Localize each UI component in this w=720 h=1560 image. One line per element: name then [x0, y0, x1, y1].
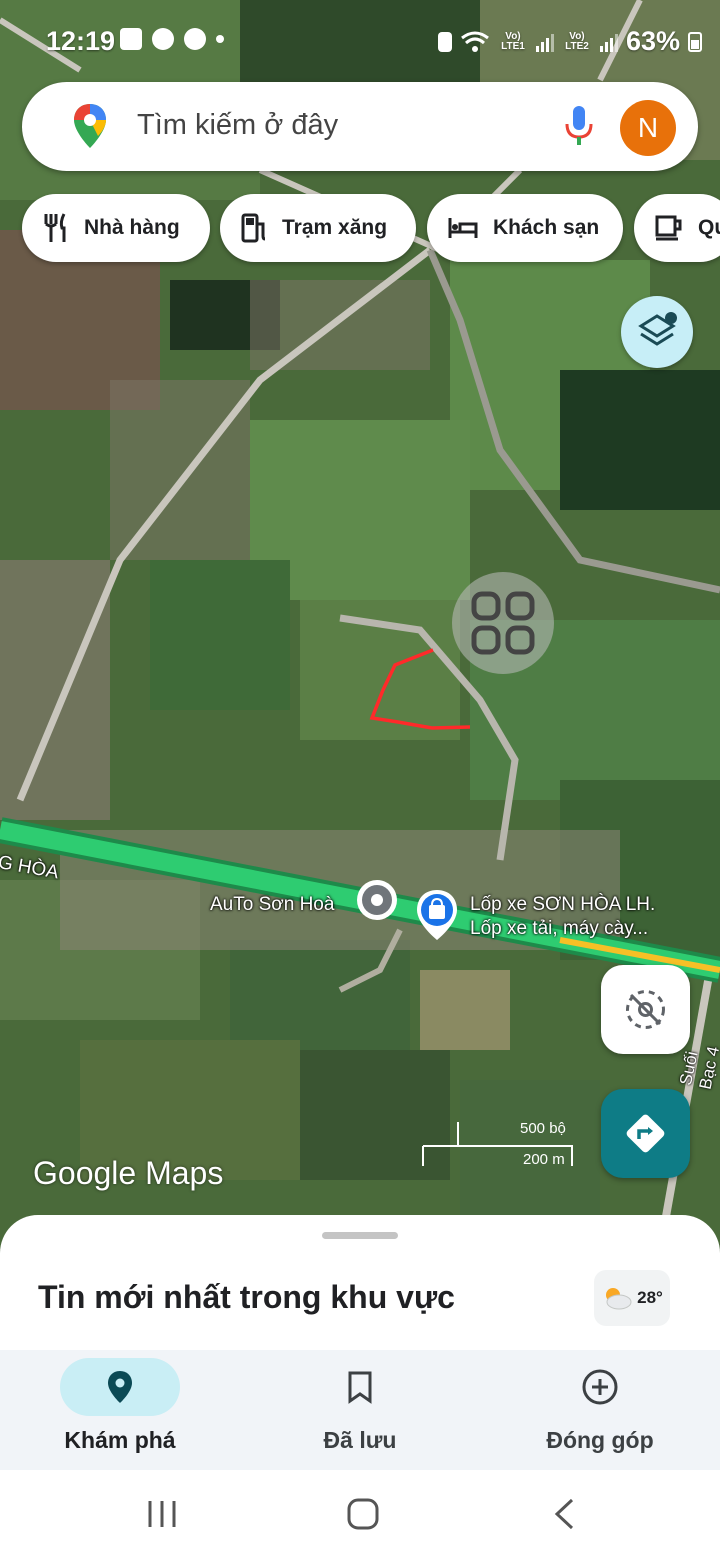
chip-cafes[interactable]: Qu: [634, 194, 720, 262]
system-icons: Vo) LTE1 Vo) LTE2 63%: [437, 26, 702, 57]
nav-explore[interactable]: Khám phá: [0, 1350, 240, 1470]
wifi-icon: [461, 31, 489, 52]
chip-label: Trạm xăng: [282, 216, 388, 239]
lte2-label: Vo) LTE2: [565, 30, 589, 52]
back-icon[interactable]: [552, 1498, 576, 1530]
chip-label: Khách sạn: [493, 216, 600, 239]
shopping-pin-icon[interactable]: [414, 888, 460, 944]
add-circle-icon: [582, 1369, 618, 1405]
status-bar: 12:19 Vo) LTE1 Vo) LTE2 63%: [0, 0, 720, 80]
scale-imperial: 500 bộ: [520, 1120, 566, 1137]
poi-label-line2: Lốp xe tải, máy cày...: [470, 918, 649, 939]
account-avatar[interactable]: N: [620, 100, 676, 156]
place-pin-icon[interactable]: [354, 877, 400, 927]
battery-percent: 63%: [625, 26, 680, 56]
partly-cloudy-icon: [606, 1288, 632, 1310]
satellite-map[interactable]: [0, 0, 720, 1250]
satellite-imagery: [0, 0, 720, 1250]
chip-gas-stations[interactable]: Trạm xăng: [220, 194, 416, 262]
gallery-icon: [120, 28, 142, 50]
poi-label-auto-son-hoa[interactable]: AuTo Sơn Hoà: [210, 893, 334, 917]
battery-icon: [688, 31, 702, 52]
scale-metric: 200 m: [523, 1151, 565, 1168]
category-chips: Nhà hàng Trạm xăng Khách sạn Qu: [0, 194, 720, 262]
google-maps-logo: Google Maps: [33, 1155, 224, 1191]
directions-button[interactable]: [601, 1089, 690, 1178]
layers-button[interactable]: [621, 296, 693, 368]
recent-apps-icon[interactable]: [146, 1498, 178, 1530]
chip-label: Qu: [698, 216, 720, 239]
battery-saver-icon: [437, 31, 452, 52]
bottom-navigation: Khám phá Đã lưu Đóng góp: [0, 1350, 720, 1470]
sheet-title: Tin mới nhất trong khu vực: [38, 1279, 455, 1315]
signal1-icon: [535, 32, 554, 52]
nav-contribute[interactable]: Đóng góp: [480, 1350, 720, 1470]
microphone-icon[interactable]: [564, 104, 594, 148]
nav-saved[interactable]: Đã lưu: [240, 1350, 480, 1470]
center-target-marker: [452, 572, 554, 674]
grid-marker-icon: [471, 591, 535, 655]
nav-label: Đã lưu: [323, 1427, 397, 1453]
layers-icon: [638, 312, 677, 346]
home-icon[interactable]: [347, 1498, 379, 1530]
sheet-drag-handle[interactable]: [322, 1232, 398, 1239]
restaurant-icon: [44, 213, 66, 242]
poi-label-lop-xe[interactable]: Lốp xe SƠN HÒA LH. Lốp xe tải, máy cày..…: [470, 893, 655, 941]
chip-restaurants[interactable]: Nhà hàng: [22, 194, 210, 262]
gas-station-icon: [241, 213, 266, 243]
facebook-icon: [152, 28, 174, 50]
map-scale: 500 bộ 200 m: [420, 1118, 580, 1170]
lte1-label: Vo) LTE1: [501, 30, 525, 52]
search-bar[interactable]: Tìm kiếm ở đây N: [22, 82, 698, 171]
search-input[interactable]: Tìm kiếm ở đây: [137, 109, 338, 142]
my-location-button[interactable]: [601, 965, 690, 1054]
weather-chip[interactable]: 28°: [594, 1270, 670, 1326]
chip-hotels[interactable]: Khách sạn: [427, 194, 623, 262]
temperature: 28°: [637, 1288, 663, 1307]
messenger-icon: [184, 28, 206, 50]
status-time: 12:19: [46, 26, 116, 56]
google-maps-pin-icon: [74, 104, 106, 148]
signal2-icon: [599, 32, 618, 52]
system-navigation-bar: [0, 1470, 720, 1560]
explore-pin-icon: [108, 1371, 132, 1403]
hotel-icon: [448, 218, 478, 238]
bottom-sheet[interactable]: Tin mới nhất trong khu vực 28°: [0, 1215, 720, 1355]
location-off-icon: [626, 990, 665, 1029]
directions-icon: [626, 1114, 665, 1153]
dot-icon: [216, 35, 224, 43]
nav-label: Đóng góp: [546, 1427, 654, 1453]
bookmark-icon: [348, 1371, 372, 1404]
notification-icons: [120, 28, 224, 50]
nav-label: Khám phá: [64, 1427, 176, 1453]
chip-label: Nhà hàng: [84, 216, 180, 239]
poi-label-line1: Lốp xe SƠN HÒA LH.: [470, 894, 656, 915]
coffee-icon: [655, 215, 682, 241]
